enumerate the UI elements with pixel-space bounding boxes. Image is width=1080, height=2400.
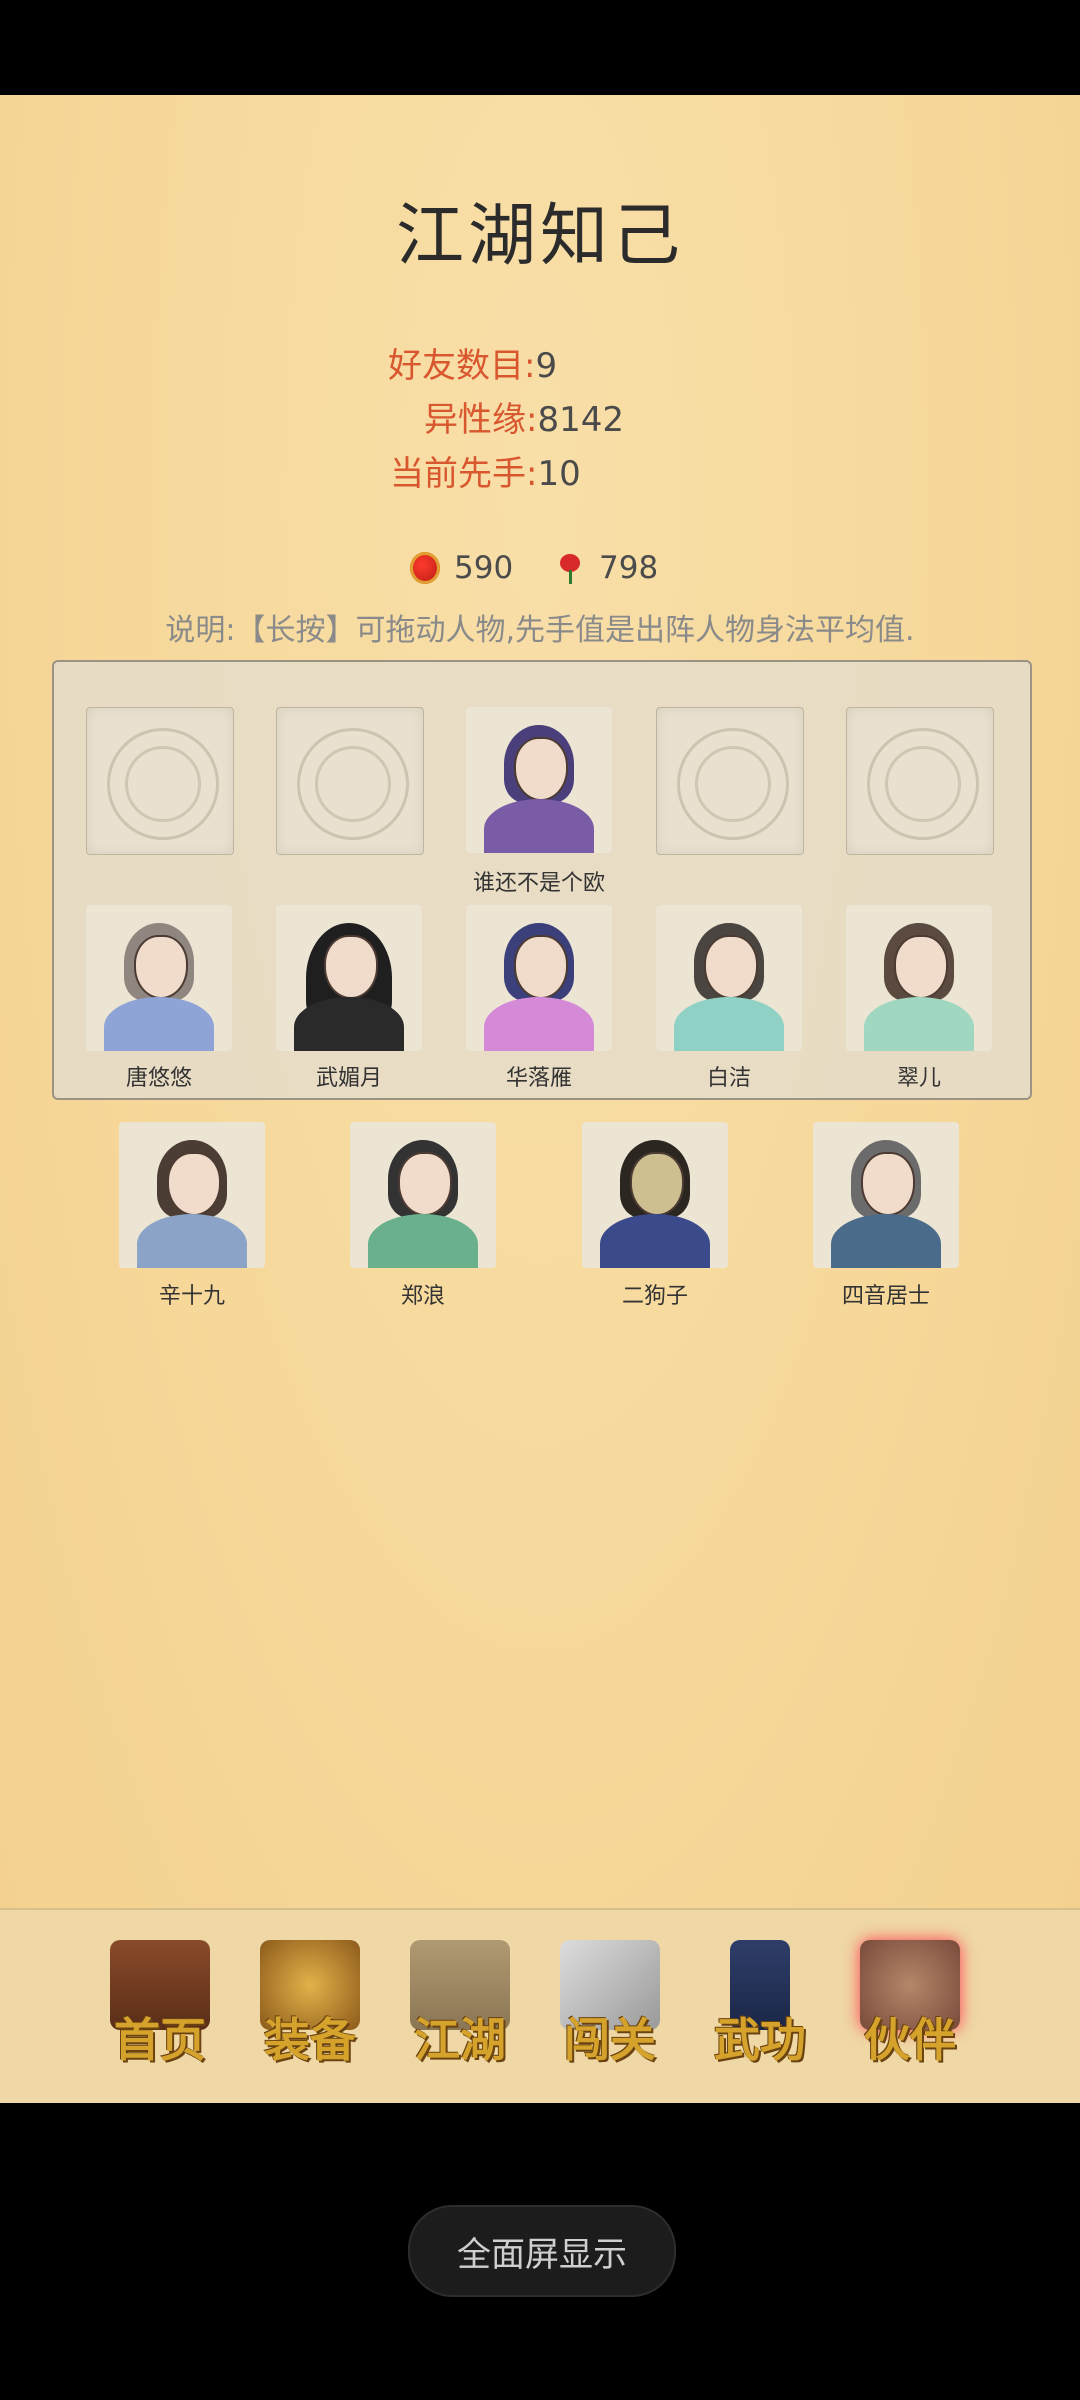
stat-initiative-label: 当前先手: [390, 454, 538, 494]
team-slot-2-empty[interactable] [276, 707, 424, 855]
rose-icon [555, 552, 585, 584]
currency-rose: 798 [555, 550, 658, 586]
stat-affinity-label: 异性缘: [424, 400, 538, 440]
roster-name: 白洁 [706, 1066, 751, 1091]
stat-friends: 好友数目:9 [388, 338, 557, 387]
nav-home[interactable]: 首页 [90, 1940, 230, 2070]
roster-name: 二狗子 [621, 1284, 688, 1309]
stat-affinity-value: 8142 [537, 400, 624, 440]
roster-name: 武媚月 [315, 1066, 382, 1091]
roster-name: 郑浪 [400, 1284, 445, 1309]
currency-gourd: 590 [410, 550, 513, 586]
roster-name: 辛十九 [158, 1284, 225, 1309]
team-slot-5-empty[interactable] [846, 707, 994, 855]
team-slot-1-empty[interactable] [86, 707, 234, 855]
currency-rose-value: 798 [599, 550, 659, 586]
roster-portrait[interactable] [86, 905, 232, 1051]
nav-companions[interactable]: 伙伴 [840, 1940, 980, 2070]
stat-initiative: 当前先手:10 [390, 446, 581, 495]
roster-name: 华落雁 [505, 1066, 572, 1091]
nav-martial-arts[interactable]: 武功 [690, 1940, 830, 2070]
roster-name: 翠儿 [896, 1066, 941, 1091]
team-slot-4-empty[interactable] [656, 707, 804, 855]
currency-bar: 590 798 [0, 550, 1080, 590]
team-slot-3-name: 谁还不是个欧 [472, 871, 605, 896]
page-title: 江湖知己 [395, 197, 684, 276]
roster-portrait[interactable] [466, 905, 612, 1051]
roster-portrait[interactable] [846, 905, 992, 1051]
stat-friends-label: 好友数目: [388, 346, 536, 386]
roster-name: 四音居士 [841, 1284, 930, 1309]
stat-friends-value: 9 [535, 346, 558, 386]
stat-affinity: 异性缘:8142 [424, 392, 624, 441]
fullscreen-button[interactable]: 全面屏显示 [408, 2205, 676, 2297]
nav-equipment[interactable]: 装备 [240, 1940, 380, 2070]
roster-portrait[interactable] [656, 905, 802, 1051]
roster-portrait[interactable] [350, 1122, 496, 1268]
status-bar [0, 0, 1080, 95]
roster-name: 唐悠悠 [125, 1066, 192, 1091]
roster-portrait[interactable] [813, 1122, 959, 1268]
nav-challenge[interactable]: 闯关 [540, 1940, 680, 2070]
stat-initiative-value: 10 [537, 454, 581, 494]
roster-portrait[interactable] [276, 905, 422, 1051]
currency-gourd-value: 590 [454, 550, 514, 586]
instruction-note: 说明:【长按】可拖动人物,先手值是出阵人物身法平均值. [165, 613, 915, 648]
gourd-icon [410, 552, 440, 584]
roster-portrait[interactable] [582, 1122, 728, 1268]
nav-jianghu[interactable]: 江湖 [390, 1940, 530, 2070]
team-slot-3-character[interactable] [466, 707, 612, 853]
roster-portrait[interactable] [119, 1122, 265, 1268]
